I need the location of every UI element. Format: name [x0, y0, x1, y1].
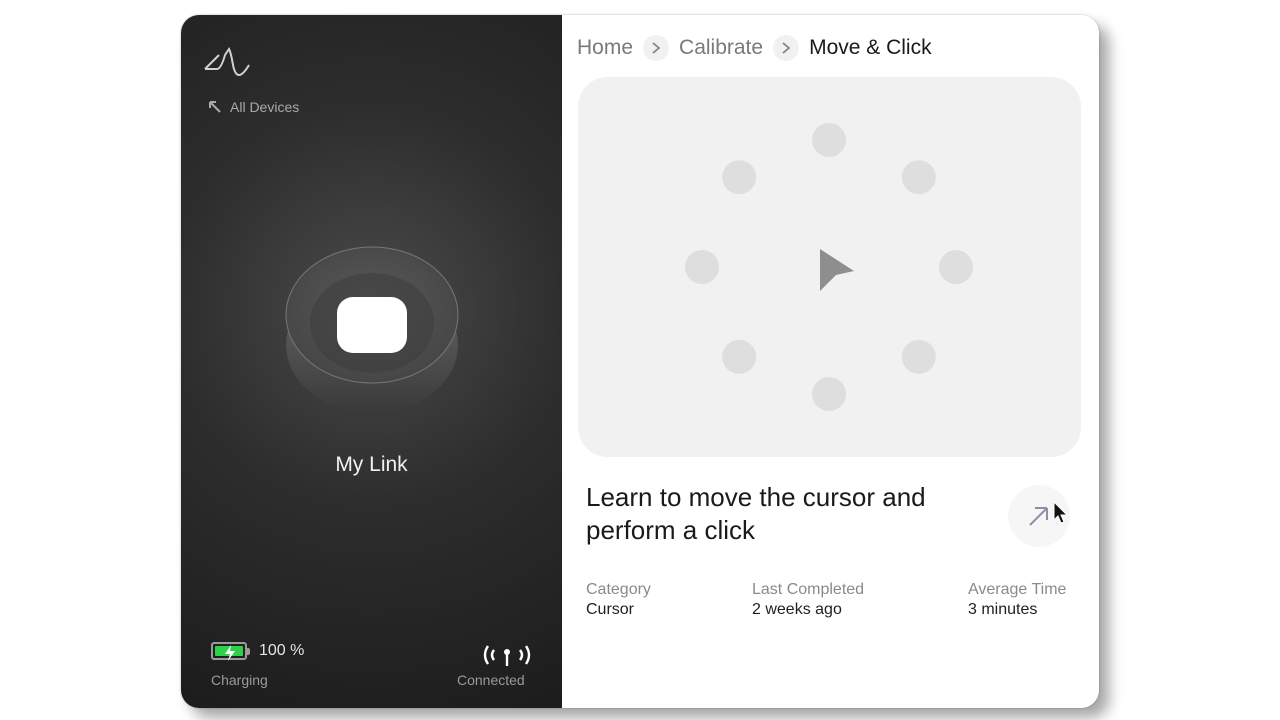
device-sidebar: All Devices My Link 100 % Charging Conne… — [181, 15, 562, 708]
wireless-signal-icon — [483, 645, 531, 666]
connection-label: Connected — [457, 672, 525, 688]
device-ring-image — [285, 246, 459, 413]
meta-average-time-value: 3 minutes — [968, 601, 1038, 618]
app-window: All Devices My Link 100 % Charging Conne… — [181, 15, 1099, 708]
charging-label: Charging — [211, 672, 268, 688]
chevron-right-icon — [773, 35, 800, 61]
target-dot[interactable] — [901, 339, 936, 374]
target-dot[interactable] — [901, 160, 936, 195]
device-name: My Link — [335, 453, 408, 476]
battery-icon — [211, 642, 250, 661]
chevron-right-icon — [643, 35, 670, 61]
target-dot[interactable] — [812, 123, 846, 157]
target-dot[interactable] — [722, 339, 757, 374]
target-dot[interactable] — [939, 250, 973, 284]
breadcrumb-home[interactable]: Home — [577, 36, 633, 60]
breadcrumb-move-click: Move & Click — [809, 36, 932, 59]
meta-last-completed-value: 2 weeks ago — [752, 601, 842, 618]
arrow-up-right-icon — [1029, 507, 1048, 526]
target-dot[interactable] — [685, 250, 719, 284]
exercise-panel: Home Calibrate Move & Click Learn to mov… — [562, 15, 1099, 708]
battery-status: 100 % — [211, 642, 305, 661]
meta-last-completed-key: Last Completed — [752, 581, 865, 598]
meta-last-completed: Last Completed 2 weeks ago — [752, 581, 864, 619]
target-dot[interactable] — [722, 160, 757, 195]
battery-percent: 100 % — [259, 642, 305, 659]
all-devices-link[interactable]: All Devices — [208, 99, 299, 115]
meta-average-time-key: Average Time — [968, 581, 1067, 598]
breadcrumb: Home Calibrate Move & Click — [577, 35, 932, 61]
all-devices-label: All Devices — [230, 99, 300, 115]
pointer-arrow-icon — [820, 249, 854, 291]
exercise-title: Learn to move the cursor and perform a c… — [586, 482, 926, 545]
mouse-cursor-icon — [1053, 501, 1069, 524]
meta-average-time: Average Time 3 minutes — [968, 581, 1066, 619]
breadcrumb-calibrate[interactable]: Calibrate — [679, 36, 763, 60]
arrow-up-left-icon — [209, 101, 221, 113]
waveform-logo-icon — [204, 47, 250, 77]
meta-category: Category Cursor — [586, 581, 651, 619]
meta-category-key: Category — [586, 581, 651, 598]
calibration-stage[interactable] — [578, 77, 1081, 457]
meta-category-value: Cursor — [586, 601, 635, 618]
target-dot[interactable] — [812, 377, 846, 411]
